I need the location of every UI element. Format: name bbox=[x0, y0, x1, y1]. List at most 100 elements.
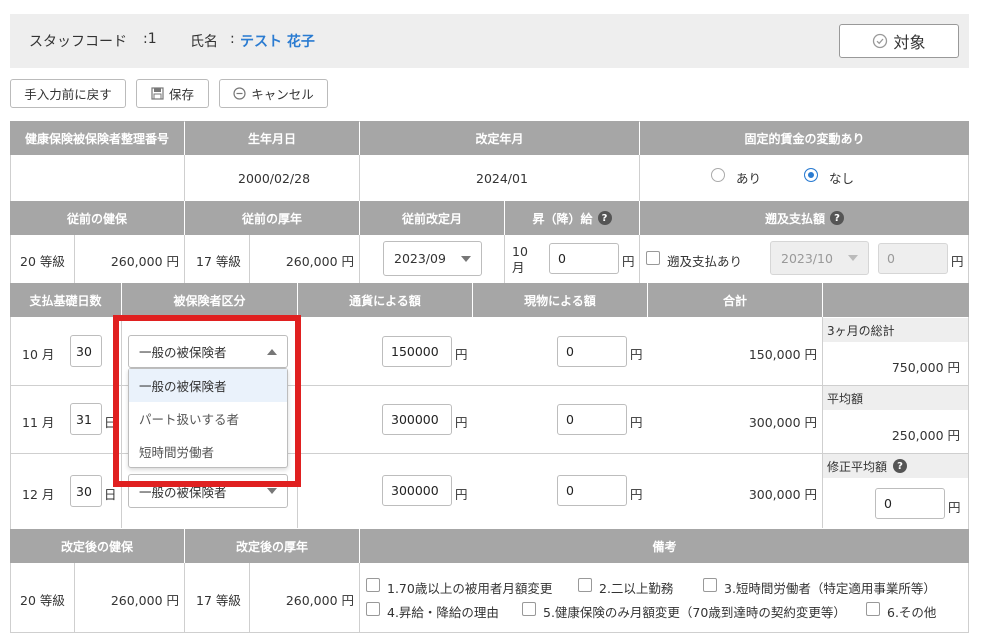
payment-days-input[interactable]: 30 bbox=[70, 335, 102, 367]
fixed-wage-yes-label: あり bbox=[736, 171, 762, 186]
in-kind-amount-header: 現物による額 bbox=[473, 283, 647, 317]
retro-month-select[interactable]: 2023/10 bbox=[770, 241, 869, 275]
yen-unit: 円 bbox=[951, 254, 964, 269]
save-button[interactable]: 保存 bbox=[136, 79, 209, 108]
row-total: 300,000 円 bbox=[748, 487, 817, 502]
remark-label: 4.昇給・降給の理由 bbox=[387, 605, 499, 620]
raise-month: 10 月 bbox=[512, 244, 528, 275]
retro-payment-checkbox[interactable] bbox=[646, 251, 660, 265]
summary-header bbox=[823, 283, 969, 317]
help-icon[interactable]: ? bbox=[893, 459, 908, 473]
payment-days-input[interactable]: 30 bbox=[70, 475, 102, 507]
cash-amount-input[interactable]: 300000 bbox=[382, 404, 452, 435]
minus-circle-icon bbox=[233, 87, 246, 100]
target-button[interactable]: 対象 bbox=[839, 24, 959, 58]
name-separator: : bbox=[230, 31, 235, 47]
birth-date: 2000/02/28 bbox=[238, 171, 311, 186]
insured-number-header: 健康保険被保険者整理番号 bbox=[10, 121, 184, 155]
new-pension-grade: 17 等級 bbox=[196, 593, 241, 608]
prev-revision-month-header: 従前改定月 bbox=[360, 201, 504, 235]
retro-payment-header: 遡及支払額? bbox=[640, 201, 969, 235]
fixed-wage-no-label: なし bbox=[829, 171, 855, 186]
yen-unit: 円 bbox=[630, 347, 643, 362]
yen-unit: 円 bbox=[948, 500, 961, 515]
revert-button[interactable]: 手入力前に戻す bbox=[10, 79, 126, 108]
raise-amount-input[interactable]: 0 bbox=[549, 243, 619, 274]
in-kind-amount-input[interactable]: 0 bbox=[557, 336, 627, 367]
prev-health-grade: 20 等級 bbox=[20, 254, 65, 269]
payment-days-header: 支払基礎日数 bbox=[10, 283, 121, 317]
row-month: 11 月 bbox=[22, 415, 55, 430]
staff-code-value: :1 bbox=[143, 31, 157, 47]
insured-category-header: 被保険者区分 bbox=[122, 283, 297, 317]
yen-unit: 円 bbox=[622, 254, 635, 269]
new-health-amount: 260,000 円 bbox=[110, 593, 179, 608]
total-header: 合計 bbox=[648, 283, 822, 317]
chevron-down-icon bbox=[267, 488, 277, 494]
yen-unit: 円 bbox=[455, 347, 468, 362]
cancel-button[interactable]: キャンセル bbox=[219, 79, 328, 108]
revert-button-label: 手入力前に戻す bbox=[24, 87, 112, 102]
remark-checkbox[interactable] bbox=[366, 602, 380, 616]
remark-checkbox[interactable] bbox=[703, 578, 717, 592]
cash-amount-header: 通貨による額 bbox=[298, 283, 472, 317]
prev-health-amount: 260,000 円 bbox=[110, 254, 179, 269]
chevron-down-icon bbox=[461, 255, 471, 262]
yen-unit: 円 bbox=[455, 415, 468, 430]
raise-header: 昇（降）給? bbox=[505, 201, 639, 235]
prev-revision-month-select[interactable]: 2023/09 bbox=[383, 241, 482, 276]
remark-checkbox[interactable] bbox=[366, 578, 380, 592]
three-month-total-label: 3ヶ月の総計 bbox=[823, 318, 968, 342]
row-month: 10 月 bbox=[22, 347, 55, 362]
average-label: 平均額 bbox=[823, 386, 968, 410]
check-circle-icon bbox=[873, 33, 888, 49]
highlight-box bbox=[113, 315, 301, 487]
prev-pension-grade: 17 等級 bbox=[196, 254, 241, 269]
prev-pension-amount: 260,000 円 bbox=[285, 254, 354, 269]
target-button-label: 対象 bbox=[893, 33, 926, 52]
prev-pension-header: 従前の厚年 bbox=[185, 201, 359, 235]
cash-amount-input[interactable]: 300000 bbox=[382, 475, 452, 506]
yen-unit: 円 bbox=[630, 415, 643, 430]
retro-amount-input[interactable]: 0 bbox=[878, 243, 948, 274]
revision-month-header: 改定年月 bbox=[360, 121, 639, 155]
new-health-grade: 20 等級 bbox=[20, 593, 65, 608]
birth-date-header: 生年月日 bbox=[185, 121, 359, 155]
remark-checkbox[interactable] bbox=[578, 578, 592, 592]
adjusted-average-input[interactable]: 0 bbox=[875, 488, 945, 519]
new-health-header: 改定後の健保 bbox=[10, 529, 184, 563]
new-pension-amount: 260,000 円 bbox=[285, 593, 354, 608]
row-total: 300,000 円 bbox=[748, 415, 817, 430]
three-month-total: 750,000 円 bbox=[891, 360, 960, 375]
remark-label: 6.その他 bbox=[887, 605, 937, 620]
revision-month: 2024/01 bbox=[476, 171, 528, 186]
help-icon[interactable]: ? bbox=[830, 211, 844, 225]
fixed-wage-no-radio[interactable] bbox=[804, 168, 818, 182]
chevron-down-icon bbox=[848, 255, 858, 261]
remark-label: 2.二以上勤務 bbox=[599, 581, 674, 596]
help-icon[interactable]: ? bbox=[597, 211, 612, 225]
average-amount: 250,000 円 bbox=[891, 428, 960, 443]
cash-amount-input[interactable]: 150000 bbox=[382, 336, 452, 367]
in-kind-amount-input[interactable]: 0 bbox=[557, 475, 627, 506]
prev-health-header: 従前の健保 bbox=[10, 201, 184, 235]
yen-unit: 円 bbox=[630, 487, 643, 502]
remarks-header: 備考 bbox=[360, 529, 969, 563]
save-icon bbox=[151, 87, 164, 100]
payment-days-input[interactable]: 31 bbox=[70, 403, 102, 435]
fixed-wage-yes-radio[interactable] bbox=[711, 168, 725, 182]
name-label: 氏名 bbox=[190, 34, 218, 50]
in-kind-amount-input[interactable]: 0 bbox=[557, 404, 627, 435]
adjusted-average-label: 修正平均額? bbox=[823, 454, 968, 478]
fixed-wage-change-header: 固定的賃金の変動あり bbox=[640, 121, 969, 155]
remark-label: 5.健康保険のみ月額変更（70歳到達時の契約変更等） bbox=[543, 605, 846, 620]
remark-checkbox[interactable] bbox=[866, 602, 880, 616]
save-button-label: 保存 bbox=[168, 87, 194, 102]
remark-label: 3.短時間労働者（特定適用事業所等） bbox=[724, 581, 936, 596]
remark-label: 1.70歳以上の被用者月額変更 bbox=[387, 581, 553, 596]
cancel-button-label: キャンセル bbox=[251, 87, 314, 102]
retro-payment-checkbox-label: 遡及支払あり bbox=[667, 254, 743, 269]
remark-checkbox[interactable] bbox=[522, 602, 536, 616]
yen-unit: 円 bbox=[455, 487, 468, 502]
staff-name: テスト 花子 bbox=[240, 34, 315, 50]
